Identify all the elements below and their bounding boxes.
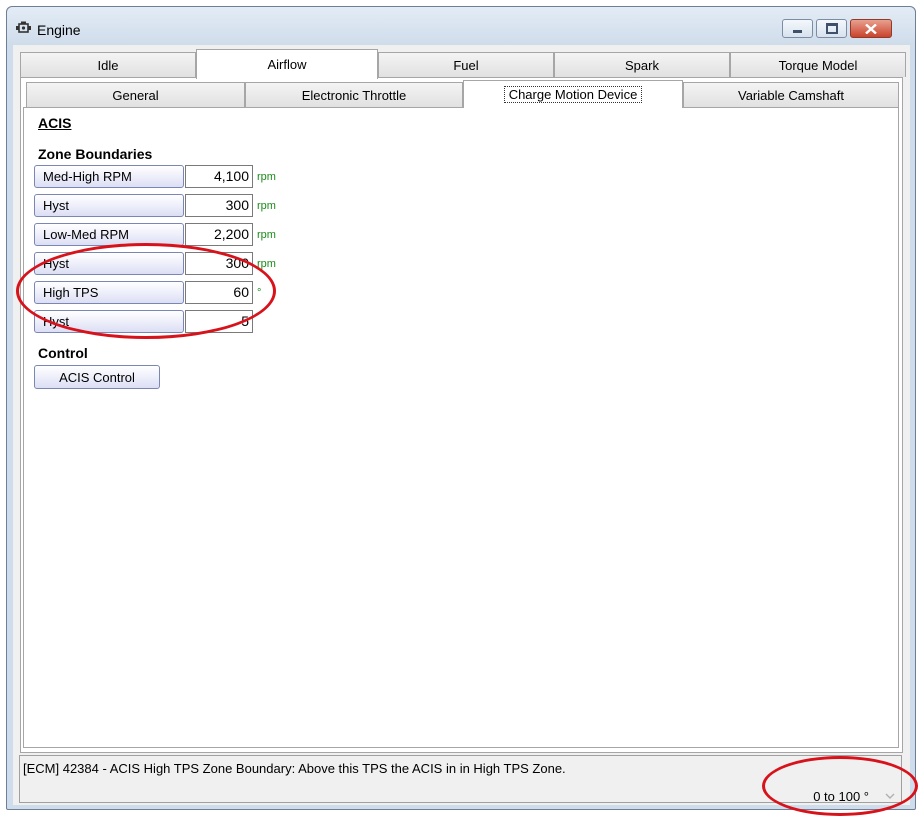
tab-general[interactable]: General [26, 82, 245, 107]
minimize-icon [793, 30, 802, 33]
param-value-field[interactable]: 4,100 [185, 165, 253, 188]
status-message: [ECM] 42384 - ACIS High TPS Zone Boundar… [23, 761, 566, 776]
param-label-button[interactable]: Hyst [34, 194, 184, 217]
value-range: 0 to 100 ° [813, 789, 869, 804]
param-value-field[interactable]: 300 [185, 194, 253, 217]
param-label-button[interactable]: Low-Med RPM [34, 223, 184, 246]
tab-spark[interactable]: Spark [554, 52, 730, 77]
unit-label: rpm [257, 171, 276, 183]
tab-idle[interactable]: Idle [20, 52, 196, 77]
param-value-field[interactable]: 60 [185, 281, 253, 304]
status-panel: [ECM] 42384 - ACIS High TPS Zone Boundar… [19, 755, 902, 804]
close-icon [865, 23, 877, 34]
acis-heading: ACIS [38, 115, 72, 131]
unit-label: ° [257, 287, 262, 299]
engine-icon [16, 21, 31, 33]
title-bar[interactable]: Engine [7, 7, 915, 45]
close-button[interactable] [850, 19, 892, 38]
param-label-button[interactable]: Hyst [34, 252, 184, 275]
tab-fuel[interactable]: Fuel [378, 52, 554, 77]
acis-control-button[interactable]: ACIS Control [34, 365, 160, 389]
unit-label: rpm [257, 258, 276, 270]
unit-label: rpm [257, 200, 276, 212]
param-label-button[interactable]: Hyst [34, 310, 184, 333]
tab-variable-camshaft[interactable]: Variable Camshaft [683, 82, 899, 107]
window-title: Engine [37, 22, 81, 38]
zone-boundaries-heading: Zone Boundaries [38, 146, 153, 162]
param-label-button[interactable]: High TPS [34, 281, 184, 304]
param-value-field[interactable]: 5 [185, 310, 253, 333]
tab-airflow[interactable]: Airflow [196, 49, 378, 79]
maximize-icon [825, 23, 838, 34]
engine-window: Engine Idle Airflow Fuel Spark Torque Mo… [6, 6, 916, 810]
chevron-down-icon[interactable] [885, 792, 895, 800]
client-area: Idle Airflow Fuel Spark Torque Model Gen… [13, 45, 910, 805]
param-value-field[interactable]: 2,200 [185, 223, 253, 246]
control-heading: Control [38, 345, 88, 361]
minimize-button[interactable] [782, 19, 813, 38]
param-label-button[interactable]: Med-High RPM [34, 165, 184, 188]
tab-electronic-throttle[interactable]: Electronic Throttle [245, 82, 463, 107]
tab-charge-motion-device[interactable]: Charge Motion Device [463, 80, 683, 108]
param-value-field[interactable]: 300 [185, 252, 253, 275]
unit-label: rpm [257, 229, 276, 241]
charge-motion-device-page: ACIS Zone Boundaries Med-High RPM 4,100 … [23, 107, 899, 748]
maximize-button[interactable] [816, 19, 847, 38]
tab-torque-model[interactable]: Torque Model [730, 52, 906, 77]
